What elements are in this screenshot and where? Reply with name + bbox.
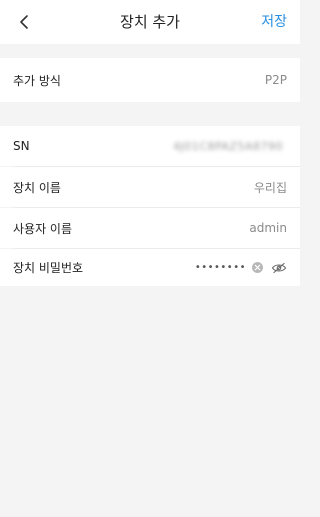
password-row[interactable]: 장치 비밀번호 ••••••••: [0, 249, 300, 286]
device-name-row[interactable]: 장치 이름 우리집: [0, 167, 300, 207]
chevron-left-icon: [20, 15, 28, 29]
page-title: 장치 추가: [120, 13, 180, 31]
save-button[interactable]: 저장: [261, 0, 287, 44]
sn-label: SN: [13, 139, 30, 153]
password-label: 장치 비밀번호: [13, 261, 84, 275]
sn-row[interactable]: SN 4J01C8PAZ5A8790: [0, 126, 300, 166]
add-method-label: 추가 방식: [13, 73, 61, 88]
add-method-row[interactable]: 추가 방식 P2P: [0, 58, 300, 102]
clear-icon[interactable]: [252, 262, 263, 273]
back-button[interactable]: [12, 10, 36, 34]
add-method-value: P2P: [264, 73, 287, 87]
password-field[interactable]: ••••••••: [195, 262, 246, 273]
sn-value: 4J01C8PAZ5A8790: [173, 139, 283, 153]
navigation-bar: 장치 추가 저장: [0, 0, 300, 44]
eye-slash-icon[interactable]: [271, 262, 287, 274]
add-device-screen: 장치 추가 저장 추가 방식 P2P SN 4J01C8PAZ5A8790 장치…: [0, 0, 300, 517]
username-label: 사용자 이름: [13, 221, 73, 236]
device-name-label: 장치 이름: [13, 180, 61, 195]
username-value: admin: [249, 221, 287, 235]
device-name-value: 우리집: [253, 180, 287, 195]
username-row[interactable]: 사용자 이름 admin: [0, 208, 300, 248]
